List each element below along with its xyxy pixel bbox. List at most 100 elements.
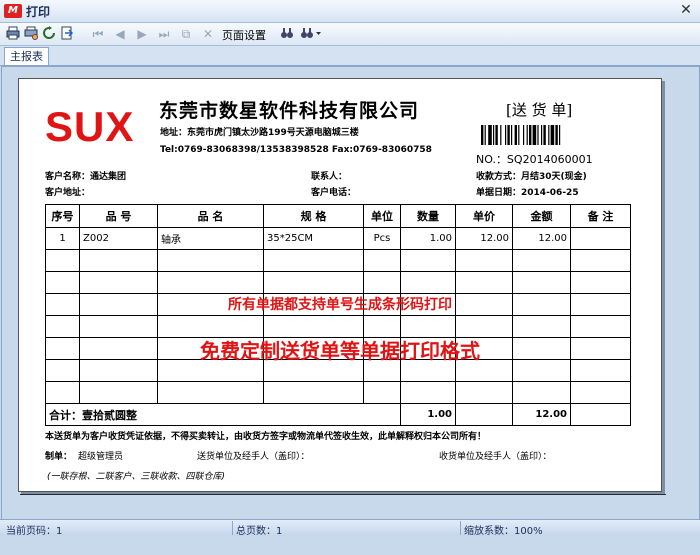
payment-label: 收款方式： bbox=[476, 172, 522, 182]
cell-name: 轴承 bbox=[157, 227, 264, 250]
company-name: 东莞市数星软件科技有限公司 bbox=[159, 100, 420, 122]
tab-bar: 主报表 bbox=[0, 46, 700, 66]
prev-page-icon[interactable]: ◀ bbox=[114, 26, 126, 42]
maker-label: 制单： bbox=[45, 452, 73, 462]
preview-viewport[interactable]: SUX 东莞市数星软件科技有限公司 地址：东莞市虎门镇太沙路199号天源电脑城三… bbox=[1, 66, 700, 520]
column-header: 单位 bbox=[363, 204, 401, 228]
export-icon[interactable] bbox=[60, 26, 74, 42]
cell-no: 1 bbox=[45, 227, 80, 250]
maker-value: 超级管理员 bbox=[78, 452, 124, 462]
payment-value: 月结30天(现金) bbox=[521, 172, 587, 182]
empty-cell bbox=[455, 249, 513, 272]
sender-signature: 送货单位及经手人（盖印）： bbox=[197, 452, 310, 462]
legal-notice: 本送货单为客户收货凭证依据，不得买卖转让，由收货方签字或物流单代签收生效，此单解… bbox=[45, 432, 487, 442]
empty-cell bbox=[157, 381, 264, 404]
items-table: 序号 品 号 品 名 规 格 单位 数量 单价 金额 备 注 1 Z002 轴承… bbox=[45, 204, 631, 426]
copy-icon[interactable]: ⧉ bbox=[180, 26, 192, 42]
empty-cell bbox=[45, 381, 80, 404]
status-divider bbox=[460, 521, 461, 535]
table-row: 1 Z002 轴承 35*25CM Pcs 1.00 12.00 12.00 bbox=[45, 227, 631, 250]
toolbar: ⏮ ◀ ▶ ⏭ ⧉ ✕ 页面设置 bbox=[0, 23, 700, 46]
empty-cell bbox=[400, 249, 456, 272]
next-page-icon[interactable]: ▶ bbox=[136, 26, 148, 42]
cell-price: 12.00 bbox=[455, 227, 513, 250]
cell-spec: 35*25CM bbox=[263, 227, 364, 250]
column-header: 品 名 bbox=[157, 204, 264, 228]
customer-name-label: 客户名称： bbox=[45, 172, 91, 182]
document-date-value: 2014-06-25 bbox=[521, 188, 579, 198]
refresh-icon[interactable] bbox=[42, 26, 56, 42]
empty-cell bbox=[570, 271, 631, 294]
cell-remark bbox=[570, 227, 631, 250]
empty-cell bbox=[512, 381, 571, 404]
total-price-empty bbox=[455, 403, 513, 426]
first-page-icon[interactable]: ⏮ bbox=[92, 26, 104, 42]
empty-cell bbox=[45, 271, 80, 294]
cell-code: Z002 bbox=[79, 227, 158, 250]
total-row: 合计：壹拾贰圆整 1.00 12.00 bbox=[45, 403, 631, 426]
empty-cell bbox=[512, 249, 571, 272]
empty-cell bbox=[263, 381, 364, 404]
column-header: 品 号 bbox=[79, 204, 158, 228]
contact-label: 联系人： bbox=[311, 172, 348, 182]
document-number: NO.：SQ2014060001 bbox=[476, 153, 593, 166]
find-icon[interactable] bbox=[280, 26, 294, 42]
print-icon[interactable] bbox=[6, 26, 20, 42]
page-shadow bbox=[20, 494, 666, 495]
column-header: 备 注 bbox=[570, 204, 631, 228]
company-logo: SUX bbox=[45, 103, 135, 150]
empty-cell bbox=[263, 249, 364, 272]
empty-cell bbox=[363, 381, 401, 404]
total-pages-status: 总页数：1 bbox=[236, 526, 283, 537]
empty-cell bbox=[363, 271, 401, 294]
close-doc-icon[interactable]: ✕ bbox=[202, 26, 214, 42]
empty-cell bbox=[263, 271, 364, 294]
page-setup-button[interactable]: 页面设置 bbox=[222, 27, 266, 43]
total-amount: 12.00 bbox=[512, 403, 571, 426]
receiver-signature: 收货单位及经手人（盖印）： bbox=[439, 452, 552, 462]
title-bar: M 打印 ✕ bbox=[0, 0, 700, 23]
tab-main-report[interactable]: 主报表 bbox=[4, 47, 49, 65]
table-header-row: 序号 品 号 品 名 规 格 单位 数量 单价 金额 备 注 bbox=[45, 204, 631, 228]
maker-field: 制单： 超级管理员 bbox=[45, 449, 123, 462]
zoom-status: 缩放系数：100% bbox=[464, 526, 543, 537]
copies-note: (一联存根、二联客户、三联收款、四联仓库) bbox=[47, 472, 226, 482]
total-remark-empty bbox=[570, 403, 631, 426]
empty-cell bbox=[45, 249, 80, 272]
table-row bbox=[45, 249, 631, 272]
promo-text-custom: 免费定制送货单等单据打印格式 bbox=[200, 339, 480, 363]
promo-text-barcode: 所有单据都支持单号生成条形码打印 bbox=[228, 297, 452, 313]
empty-cell bbox=[455, 381, 513, 404]
status-bar: 当前页码：1 总页数：1 缩放系数：100% bbox=[0, 519, 700, 537]
column-header: 数量 bbox=[400, 204, 456, 228]
last-page-icon[interactable]: ⏭ bbox=[158, 26, 170, 42]
customer-address-label: 客户地址： bbox=[45, 188, 91, 198]
total-qty: 1.00 bbox=[400, 403, 456, 426]
customer-name-field: 客户名称：通达集团 bbox=[45, 169, 126, 182]
contact-field: 联系人： bbox=[311, 169, 347, 182]
zoom-dropdown-icon[interactable] bbox=[300, 26, 322, 42]
empty-cell bbox=[363, 249, 401, 272]
print-setup-icon[interactable] bbox=[24, 26, 38, 42]
empty-cell bbox=[157, 249, 264, 272]
cell-qty: 1.00 bbox=[400, 227, 456, 250]
company-tel: Tel:0769-83068398/13538398528 Fax:0769-8… bbox=[160, 145, 432, 155]
document-date-field: 单据日期：2014-06-25 bbox=[476, 185, 579, 198]
company-address: 地址：东莞市虎门镇太沙路199号天源电脑城三楼 bbox=[160, 128, 359, 138]
empty-cell bbox=[570, 381, 631, 404]
column-header: 序号 bbox=[45, 204, 80, 228]
status-divider bbox=[232, 521, 233, 535]
empty-cell bbox=[79, 271, 158, 294]
empty-cell bbox=[570, 249, 631, 272]
total-label: 合计：壹拾贰圆整 bbox=[45, 403, 401, 426]
report-page: SUX 东莞市数星软件科技有限公司 地址：东莞市虎门镇太沙路199号天源电脑城三… bbox=[18, 78, 662, 492]
empty-cell bbox=[455, 271, 513, 294]
empty-cell bbox=[400, 271, 456, 294]
close-button[interactable]: ✕ bbox=[678, 2, 694, 18]
window-bottom bbox=[0, 536, 700, 555]
column-header: 规 格 bbox=[263, 204, 364, 228]
customer-phone-field: 客户电话： bbox=[311, 185, 356, 198]
document-title: [送 货 单] bbox=[506, 101, 573, 119]
empty-cell bbox=[157, 271, 264, 294]
empty-cell bbox=[79, 381, 158, 404]
